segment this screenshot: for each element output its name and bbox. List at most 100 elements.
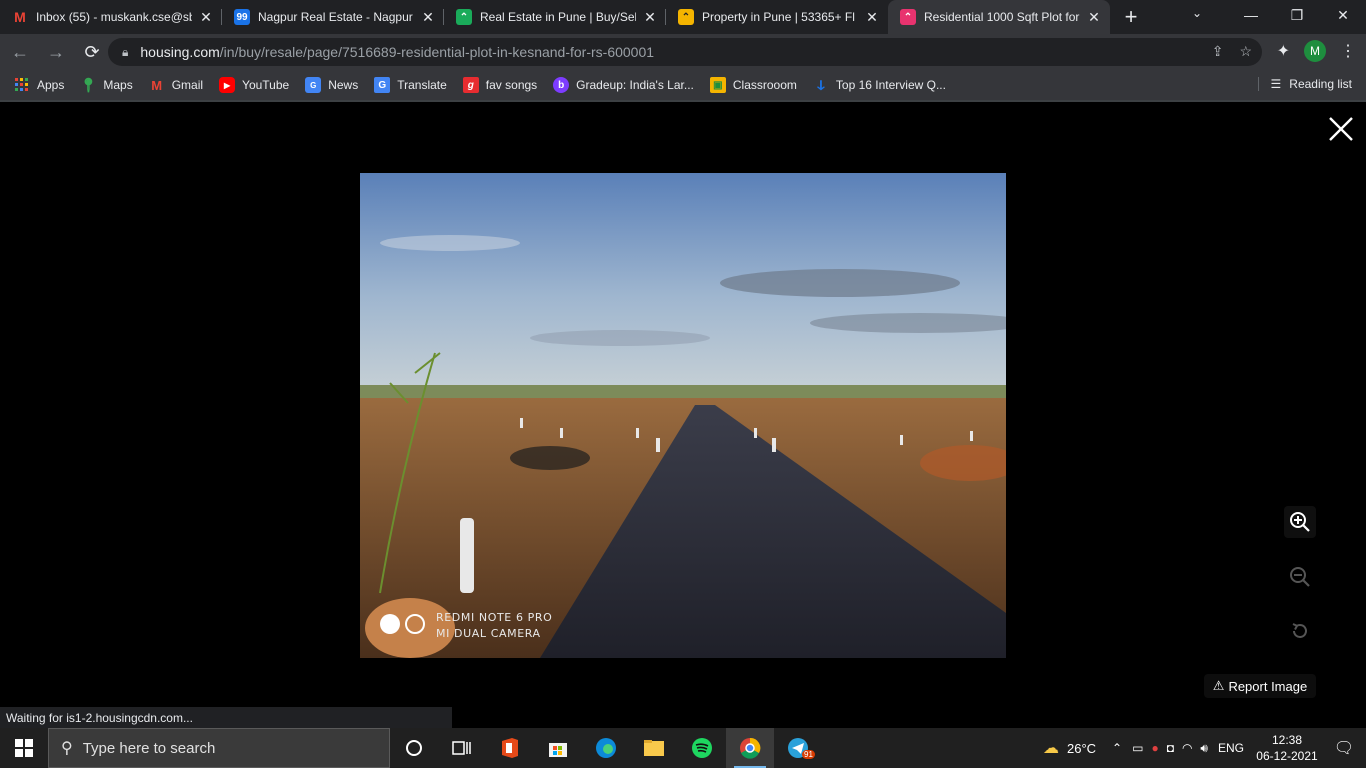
reset-rotate-button[interactable] <box>1284 615 1316 647</box>
weather-icon[interactable]: ☁︎ <box>1043 738 1059 758</box>
zoom-in-icon <box>1290 512 1310 532</box>
bookmarks-bar: Apps 📍︎ Maps M Gmail ▶ YouTube G News G … <box>0 70 1366 100</box>
windows-taskbar: ⚲ Type here to search 91 ☁︎ 26°C ⌃ ▭ ● ◘… <box>0 728 1366 768</box>
reload-icon[interactable]: ⟳ <box>76 36 108 68</box>
bookmark-label: fav songs <box>485 78 538 92</box>
window-controls: — ❐ ✕ <box>1228 0 1366 30</box>
tab-title: Nagpur Real Estate - Nagpur <box>258 10 413 24</box>
close-tab-icon[interactable]: ✕ <box>642 9 658 26</box>
gaana-icon: g <box>462 77 479 93</box>
close-window-icon[interactable]: ✕ <box>1320 0 1366 30</box>
tab-title: Inbox (55) - muskank.cse@sb <box>36 10 192 24</box>
volume-icon[interactable]: 🔊︎ <box>1200 741 1208 756</box>
report-image-button[interactable]: ⚠︎ Report Image <box>1204 674 1316 698</box>
weather-temp[interactable]: 26°C <box>1067 741 1096 756</box>
clock[interactable]: 12:38 06-12-2021 <box>1252 732 1322 764</box>
bookmark-classroom[interactable]: ▣ Classrooom <box>709 77 797 93</box>
housing-yellow-icon: ⌃ <box>678 9 694 25</box>
warning-icon: ⚠︎ <box>1212 678 1225 693</box>
translate-icon: G <box>374 77 391 93</box>
forward-icon[interactable]: → <box>40 36 72 68</box>
share-icon[interactable]: ⇪ <box>1212 43 1224 60</box>
tab-title: Residential 1000 Sqft Plot for <box>924 10 1080 24</box>
bookmark-label: Maps <box>103 78 133 92</box>
battery-icon[interactable]: ▭ <box>1132 741 1143 755</box>
rotate-icon <box>1292 623 1307 638</box>
reading-list-label: Reading list <box>1289 77 1352 91</box>
taskbar-search-box[interactable]: ⚲ Type here to search <box>48 728 390 768</box>
tab-nagpur[interactable]: 99 Nagpur Real Estate - Nagpur ✕ <box>222 0 444 34</box>
cortana-icon[interactable] <box>390 728 438 768</box>
zoom-out-icon <box>1290 567 1310 587</box>
bookmark-label: Gmail <box>171 78 204 92</box>
tab-title: Real Estate in Pune | Buy/Sell <box>480 10 636 24</box>
search-icon: ⚲ <box>61 740 73 757</box>
language-indicator[interactable]: ENG <box>1218 741 1244 755</box>
reading-list-icon: ☰ <box>1270 77 1282 91</box>
tab-search-icon[interactable]: ⌄ <box>1192 6 1202 20</box>
youtube-icon: ▶ <box>219 77 236 93</box>
zoom-in-button[interactable] <box>1284 506 1316 538</box>
system-tray: ☁︎ 26°C ⌃ ▭ ● ◘ ◠ 🔊︎ ENG 12:38 06-12-202… <box>1043 728 1366 768</box>
close-tab-icon[interactable]: ✕ <box>198 9 214 26</box>
menu-kebab-icon[interactable]: ⋮ <box>1340 41 1356 61</box>
bookmark-gmail[interactable]: M Gmail <box>149 77 203 93</box>
restore-icon[interactable]: ❐ <box>1274 0 1320 30</box>
chrome-icon[interactable] <box>726 728 774 768</box>
meet-now-icon[interactable]: ● <box>1151 741 1158 755</box>
bookmark-apps[interactable]: Apps <box>14 77 64 93</box>
bookmark-fav-songs[interactable]: g fav songs <box>462 77 538 93</box>
telegram-icon[interactable]: 91 <box>774 728 822 768</box>
tab-title: Property in Pune | 53365+ Fl <box>702 10 855 24</box>
spotify-icon[interactable] <box>678 728 726 768</box>
wifi-icon[interactable]: ◠ <box>1182 741 1192 755</box>
tab-residential-plot[interactable]: ⌃ Residential 1000 Sqft Plot for ✕ <box>888 0 1110 34</box>
tab-real-estate-pune[interactable]: ⌃ Real Estate in Pune | Buy/Sell ✕ <box>444 0 666 34</box>
clock-date: 06-12-2021 <box>1256 749 1318 763</box>
tab-strip: M Inbox (55) - muskank.cse@sb ✕ 99 Nagpu… <box>0 0 1366 34</box>
task-view-icon[interactable] <box>438 728 486 768</box>
chevron-up-icon[interactable]: ⌃ <box>1112 741 1122 755</box>
microsoft-store-icon[interactable] <box>534 728 582 768</box>
address-bar[interactable]: 🔒︎ housing.com/in/buy/resale/page/751668… <box>108 38 1262 66</box>
bookmark-maps[interactable]: 📍︎ Maps <box>79 76 133 93</box>
extensions-icon[interactable]: ✦ <box>1277 41 1290 61</box>
close-tab-icon[interactable]: ✕ <box>420 9 436 26</box>
office-icon[interactable] <box>486 728 534 768</box>
camera-icon[interactable]: ◘ <box>1167 741 1174 755</box>
bookmark-gradeup[interactable]: b Gradeup: India's Lar... <box>553 77 694 93</box>
gmail-icon: M <box>151 77 163 93</box>
bookmark-interview[interactable]: ↆ Top 16 Interview Q... <box>813 77 946 93</box>
profile-avatar[interactable]: M <box>1304 40 1326 62</box>
housing-green-icon: ⌃ <box>456 9 472 25</box>
bookmark-youtube[interactable]: ▶ YouTube <box>219 77 289 93</box>
browser-toolbar: ← → ⟳ 🔒︎ housing.com/in/buy/resale/page/… <box>0 34 1366 70</box>
minimize-icon[interactable]: — <box>1228 0 1274 30</box>
bookmark-label: Translate <box>397 78 447 92</box>
edge-icon[interactable] <box>582 728 630 768</box>
close-tab-icon[interactable]: ✕ <box>864 9 880 26</box>
close-tab-icon[interactable]: ✕ <box>1086 9 1102 26</box>
new-tab-button[interactable]: + <box>1116 0 1146 34</box>
bookmark-label: Classrooom <box>732 78 797 92</box>
bookmark-news[interactable]: G News <box>305 77 358 93</box>
lock-icon[interactable]: 🔒︎ <box>122 45 128 60</box>
close-icon[interactable] <box>1326 114 1356 144</box>
file-explorer-icon[interactable] <box>630 728 678 768</box>
plot-road-image <box>360 173 1006 658</box>
clock-time: 12:38 <box>1271 733 1303 747</box>
zoom-out-button[interactable] <box>1284 561 1316 593</box>
bookmark-label: YouTube <box>242 78 290 92</box>
bookmark-star-icon[interactable]: ☆ <box>1239 43 1252 60</box>
tab-gmail[interactable]: M Inbox (55) - muskank.cse@sb ✕ <box>0 0 222 34</box>
housing-pink-icon: ⌃ <box>900 9 916 25</box>
notifications-icon[interactable]: 🗨︎ <box>1322 738 1366 758</box>
camera-watermark-line1: REDMI NOTE 6 PRO <box>436 611 553 624</box>
tab-property-pune[interactable]: ⌃ Property in Pune | 53365+ Fl ✕ <box>666 0 888 34</box>
bookmark-translate[interactable]: G Translate <box>374 77 447 93</box>
back-icon[interactable]: ← <box>4 36 36 68</box>
start-button[interactable] <box>0 728 48 768</box>
maps-pin-icon: 📍︎ <box>79 76 98 93</box>
reading-list-button[interactable]: ☰ Reading list <box>1257 77 1352 91</box>
gmail-icon: M <box>14 9 26 25</box>
